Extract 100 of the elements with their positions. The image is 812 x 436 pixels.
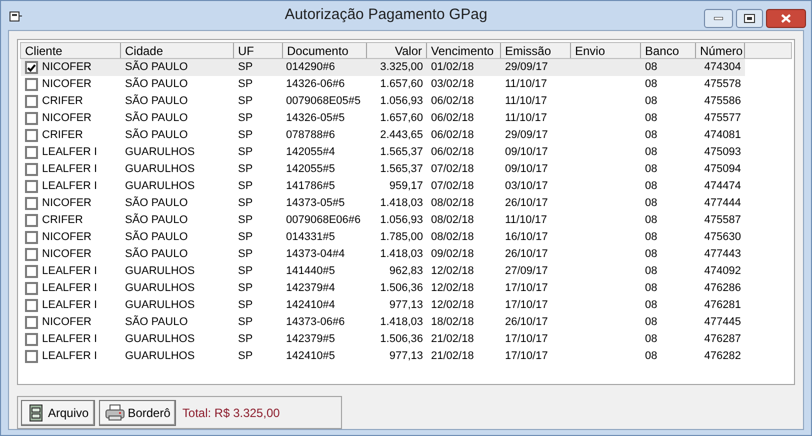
column-header[interactable]: Valor [367,43,427,58]
checkbox[interactable] [25,316,38,329]
checkbox[interactable] [25,282,38,295]
table-cell-text: SP [237,77,254,92]
table-cell-text: 0079068E06#6 [285,213,362,228]
table-row[interactable]: NICOFER SÃO PAULO SP 14373-04#4 1.418,03 09/02/18 26/10/17 08 477443 [21,246,745,263]
table-row[interactable]: NICOFER SÃO PAULO SP 014331#5 1.785,00 08/02/18 16/10/17 08 475630 [21,229,745,246]
maximize-button[interactable] [736,9,763,28]
table-row[interactable]: LEALFER I GUARULHOS SP 142410#4 977,13 12/02/18 17/10/17 08 476281 [21,297,745,314]
table-cell-text: CRIFER [41,213,84,228]
checkbox[interactable] [25,333,38,346]
table-cell-text: 475577 [703,111,742,126]
table-cell-text: 08/02/18 [430,230,475,246]
table-cell-text: 06/02/18 [430,94,475,110]
checkbox[interactable] [25,112,38,125]
checkbox[interactable] [25,214,38,227]
table-cell-text: 476287 [703,332,742,348]
table-cell-text: 475586 [703,94,742,110]
table-row[interactable]: CRIFER SÃO PAULO SP 078788#6 2.443,65 06/02/18 29/09/17 08 474081 [21,127,745,144]
column-header[interactable]: Cidade [121,43,234,58]
checkbox[interactable] [25,78,38,91]
table-cell-text: 08 [644,111,658,126]
table-cell-text: 08 [644,230,658,246]
checkbox[interactable] [25,350,38,363]
column-header[interactable]: Número [696,43,745,58]
table-cell-text: 475578 [703,77,742,92]
table-row[interactable]: LEALFER I GUARULHOS SP 141786#5 959,17 07/02/18 03/10/17 08 474474 [21,178,745,195]
checkbox[interactable] [25,248,38,261]
table-row[interactable]: LEALFER I GUARULHOS SP 142379#5 1.506,36 21/02/18 17/10/17 08 476287 [21,331,745,348]
table-row[interactable]: LEALFER I GUARULHOS SP 141440#5 962,83 12/02/18 27/09/17 08 474092 [21,263,745,280]
table-row[interactable]: NICOFER SÃO PAULO SP 14326-06#6 1.657,60 03/02/18 11/10/17 08 475578 [21,76,745,93]
checkbox[interactable] [25,95,38,108]
table-cell-text: 09/02/18 [430,247,475,262]
table-cell-text: 08 [644,247,658,262]
column-header[interactable]: Documento [283,43,367,58]
close-button[interactable] [766,9,806,28]
checkbox[interactable] [25,197,38,210]
table-row[interactable]: NICOFER SÃO PAULO SP 14326-05#5 1.657,60 06/02/18 11/10/17 08 475577 [21,110,745,127]
table-cell-text: 141786#5 [285,179,336,194]
table-cell-text: 29/09/17 [504,128,549,144]
maximize-icon [744,14,755,23]
checkbox[interactable] [25,231,38,244]
table-cell-text: SP [237,111,254,126]
table-row[interactable]: LEALFER I GUARULHOS SP 142410#5 977,13 21/02/18 17/10/17 08 476282 [21,348,745,365]
column-header[interactable]: UF [234,43,283,58]
table-cell-text: SÃO PAULO [124,212,189,228]
column-header[interactable]: Vencimento [427,43,501,58]
table-cell-text: SP [237,94,254,110]
table-cell-text: SP [237,196,254,212]
table-cell-text: 2.443,65 [379,128,424,144]
checkbox[interactable] [25,265,38,278]
app-icon[interactable] [9,11,23,23]
table-cell-text: 1.657,60 [379,77,424,92]
table-row[interactable]: LEALFER I GUARULHOS SP 142379#4 1.506,36 12/02/18 17/10/17 08 476286 [21,280,745,297]
column-header[interactable]: Cliente [21,43,121,58]
table-cell-text: NICOFER [41,230,92,246]
table-cell-text: 03/10/17 [504,179,549,194]
table-row[interactable]: CRIFER SÃO PAULO SP 0079068E06#6 1.056,93 08/02/18 11/10/17 08 475587 [21,212,745,229]
column-header[interactable]: Emissão [501,43,571,58]
checkbox[interactable] [25,146,38,159]
table-cell-text: SP [237,315,254,330]
table-row[interactable]: LEALFER I GUARULHOS SP 142055#5 1.565,37 07/02/18 09/10/17 08 475094 [21,161,745,178]
table-row[interactable]: NICOFER SÃO PAULO SP 14373-06#6 1.418,03 18/02/18 26/10/17 08 477445 [21,314,745,331]
minimize-button[interactable] [704,9,733,28]
checkbox[interactable] [25,163,38,176]
table-cell-text: 17/10/17 [504,281,549,296]
table-row[interactable]: NICOFER SÃO PAULO SP 14373-05#5 1.418,03 08/02/18 26/10/17 08 477444 [21,195,745,212]
total-label: Total: R$ 3.325,00 [182,404,280,422]
minimize-icon [714,17,723,20]
table-cell-text: 12/02/18 [430,298,475,314]
table-cell-text: 06/02/18 [430,111,475,126]
table-cell-text: NICOFER [41,60,92,76]
column-header[interactable]: Banco [641,43,696,58]
table-cell-text: 09/10/17 [504,162,549,178]
table-cell-text: 474092 [703,264,742,280]
table-cell-text: SP [237,264,254,280]
table-row[interactable]: LEALFER I GUARULHOS SP 142055#4 1.565,37 06/02/18 09/10/17 08 475093 [21,144,745,161]
table-row[interactable]: CRIFER SÃO PAULO SP 0079068E05#5 1.056,93 06/02/18 11/10/17 08 475586 [21,93,745,110]
table-cell-text: 17/10/17 [504,298,549,314]
table-cell-text: 08 [644,349,658,364]
table-cell-text: 08 [644,298,658,314]
table-cell-text: GUARULHOS [124,264,196,280]
table-cell-text: 142379#4 [285,281,336,296]
checkbox[interactable] [25,299,38,312]
checkbox[interactable] [25,61,38,74]
table-cell-text: 26/10/17 [504,247,549,262]
table-row[interactable]: NICOFER SÃO PAULO SP 014290#6 3.325,00 01/02/18 29/09/17 08 474304 [21,59,745,76]
table-cell-text: 17/10/17 [504,349,549,364]
table-cell-text: NICOFER [41,247,92,262]
table-cell-text: 21/02/18 [430,332,475,348]
table-cell-text: 142055#5 [285,162,336,178]
table-cell-text: 3.325,00 [379,60,424,76]
file-button[interactable]: Arquivo [21,400,95,426]
table-cell-text: 476286 [703,281,742,296]
checkbox[interactable] [25,180,38,193]
table-cell-text: 17/10/17 [504,332,549,348]
table-cell-text: SÃO PAULO [124,314,189,330]
print-button[interactable]: Borderô [98,400,176,426]
checkbox[interactable] [25,129,38,142]
column-header[interactable]: Envio [571,43,641,58]
